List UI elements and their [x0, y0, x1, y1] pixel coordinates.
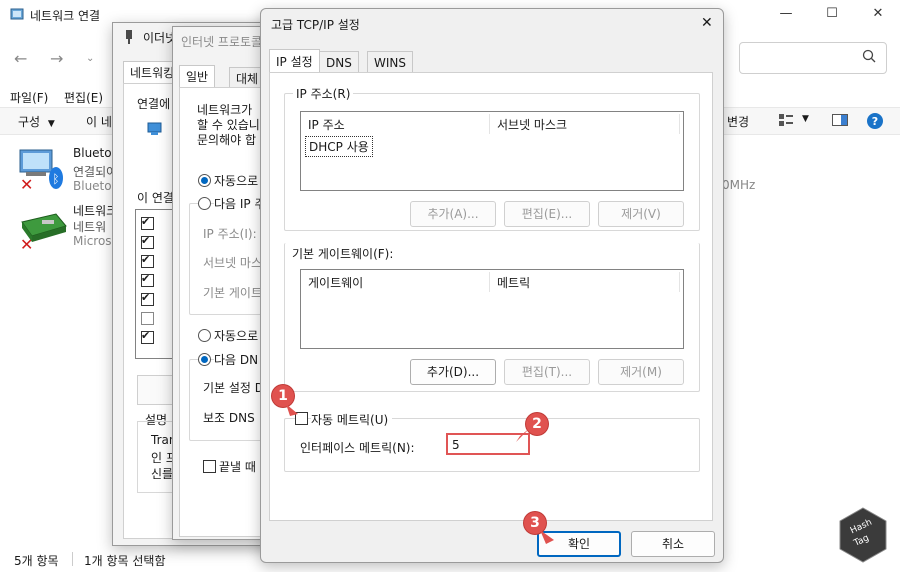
- tab-wins[interactable]: WINS: [367, 51, 413, 74]
- manual-dns-label[interactable]: 다음 DN: [214, 351, 261, 368]
- edit-ip-button[interactable]: 편집(E)...: [504, 201, 590, 227]
- chevron-down-icon[interactable]: ⌄: [86, 53, 94, 64]
- subnet-column-header[interactable]: 서브넷 마스크: [497, 116, 567, 133]
- svg-text:✕: ✕: [20, 235, 33, 252]
- advanced-dialog-close-icon[interactable]: ✕: [701, 15, 713, 31]
- ethernet-dialog-icon: [123, 29, 135, 48]
- ip-column-header[interactable]: IP 주소: [308, 116, 345, 133]
- connect-using-label: 연결에: [137, 97, 171, 111]
- gateway-list[interactable]: 게이트웨이 메트릭: [300, 269, 684, 349]
- adapter-small-icon: [147, 121, 163, 140]
- remove-gateway-button[interactable]: 제거(M): [598, 359, 684, 385]
- manual-dns-radio[interactable]: [198, 353, 211, 366]
- status-selected-count: 1개 항목 선택함: [84, 554, 166, 568]
- ip-address-group-label: IP 주소(R): [293, 85, 354, 102]
- forward-arrow-icon[interactable]: →: [50, 49, 63, 68]
- app-icon: [10, 7, 24, 21]
- bluetooth-adapter-icon: ᛒ ✕: [18, 144, 68, 195]
- auto-dns-label[interactable]: 자동으로: [214, 327, 258, 344]
- add-gateway-button[interactable]: 추가(D)...: [410, 359, 496, 385]
- dropdown-arrow-icon: ▼: [47, 119, 55, 129]
- ethernet-item-status: 네트워: [73, 220, 107, 234]
- remove-ip-button[interactable]: 제거(V): [598, 201, 684, 227]
- ip-row-dhcp-label: DHCP 사용: [309, 140, 369, 154]
- preferred-dns-label: 기본 설정 D: [203, 381, 265, 395]
- interface-metric-label: 인터페이스 메트릭(N):: [300, 441, 415, 455]
- ip-column-separator: [489, 114, 490, 134]
- auto-dns-radio[interactable]: [198, 329, 211, 342]
- step-arrow-2: [516, 428, 532, 447]
- component-check-marks: ✔ ✔ ✔ ✔ ✔ ✔: [141, 215, 151, 342]
- advanced-dialog-title: 고급 TCP/IP 설정: [271, 18, 360, 32]
- search-input[interactable]: [739, 42, 887, 74]
- ip-row-dhcp[interactable]: DHCP 사용: [305, 136, 373, 157]
- subnet-mask-label: 서브넷 마스: [203, 256, 263, 270]
- search-icon: [862, 49, 876, 66]
- auto-ip-label[interactable]: 자동으로: [214, 172, 258, 189]
- alternate-dns-label: 보조 DNS: [203, 411, 255, 425]
- manual-ip-radio[interactable]: [198, 197, 211, 210]
- ipv4-dialog-title: 인터넷 프로토콜: [181, 35, 263, 49]
- this-connection-label: 이 연결: [137, 191, 174, 205]
- subnet-column-separator: [679, 114, 680, 134]
- gateway-group-label: 기본 게이트웨이(F):: [292, 247, 394, 261]
- change-settings-button[interactable]: 변경: [727, 113, 749, 130]
- tab-ip-settings[interactable]: IP 설정: [269, 49, 320, 74]
- gateway-column-header[interactable]: 게이트웨이: [308, 274, 363, 291]
- metric-column-separator: [679, 272, 680, 292]
- svg-text:✕: ✕: [20, 175, 33, 192]
- status-divider: [72, 552, 73, 566]
- help-icon[interactable]: ?: [866, 112, 884, 133]
- default-gateway-label: 기본 게이트: [203, 286, 263, 300]
- gateway-column-separator: [489, 272, 490, 292]
- tab-dns[interactable]: DNS: [319, 51, 359, 74]
- window-title: 네트워크 연결: [30, 9, 101, 23]
- menu-file[interactable]: 파일(F): [10, 89, 48, 106]
- svg-text:ᛒ: ᛒ: [52, 172, 59, 186]
- view-dropdown-icon[interactable]: ▼: [802, 114, 809, 124]
- tab-general[interactable]: 일반: [179, 65, 216, 88]
- cmd-item-2[interactable]: 이 네: [86, 113, 112, 130]
- validate-on-exit-checkbox[interactable]: [203, 460, 216, 473]
- menu-edit[interactable]: 편집(E): [64, 89, 103, 106]
- interface-metric-value: 5: [452, 438, 460, 452]
- wired-adapter-icon: ✕: [18, 206, 68, 255]
- ethernet-item-name[interactable]: 네트워크: [73, 202, 117, 219]
- ip-settings-panel: IP 주소(R) IP 주소 서브넷 마스크 DHCP 사용 추가(A)... …: [269, 72, 713, 521]
- metric-column-header[interactable]: 메트릭: [497, 274, 530, 291]
- bluetooth-item-status: 연결되어: [73, 165, 118, 179]
- hashtag-logo: Hash Tag: [838, 506, 888, 564]
- step-arrow-1: [284, 404, 300, 421]
- auto-metric-label[interactable]: 자동 메트릭(U): [311, 411, 393, 428]
- minimize-icon[interactable]: —: [778, 6, 794, 22]
- description-line-3: 신를: [151, 467, 174, 481]
- advanced-tcpip-dialog: 고급 TCP/IP 설정 ✕ IP 설정 DNS WINS IP 주소(R) I…: [260, 8, 724, 563]
- svg-text:?: ?: [872, 115, 878, 128]
- view-options-icon[interactable]: [779, 114, 793, 129]
- validate-on-exit-label[interactable]: 끝낼 때: [219, 458, 256, 475]
- bluetooth-item-device: Blueto: [73, 179, 112, 193]
- maximize-icon[interactable]: ☐: [824, 6, 840, 22]
- preview-pane-icon[interactable]: [832, 114, 848, 129]
- ip-address-list[interactable]: IP 주소 서브넷 마스크 DHCP 사용: [300, 111, 684, 191]
- adapter-speed-text: 0MHz: [722, 178, 756, 192]
- intro-line-3: 문의해야 합: [197, 133, 257, 147]
- status-item-count: 5개 항목: [14, 554, 59, 568]
- back-arrow-icon[interactable]: ←: [14, 49, 27, 68]
- edit-gateway-button[interactable]: 편집(T)...: [504, 359, 590, 385]
- organize-button[interactable]: 구성 ▼: [18, 113, 55, 130]
- cancel-button[interactable]: 취소: [631, 531, 715, 557]
- close-icon[interactable]: ✕: [870, 6, 886, 22]
- organize-label: 구성: [18, 115, 41, 129]
- step-arrow-3: [540, 530, 556, 549]
- auto-ip-radio[interactable]: [198, 174, 211, 187]
- ip-address-label: IP 주소(I):: [203, 227, 257, 241]
- add-ip-button[interactable]: 추가(A)...: [410, 201, 496, 227]
